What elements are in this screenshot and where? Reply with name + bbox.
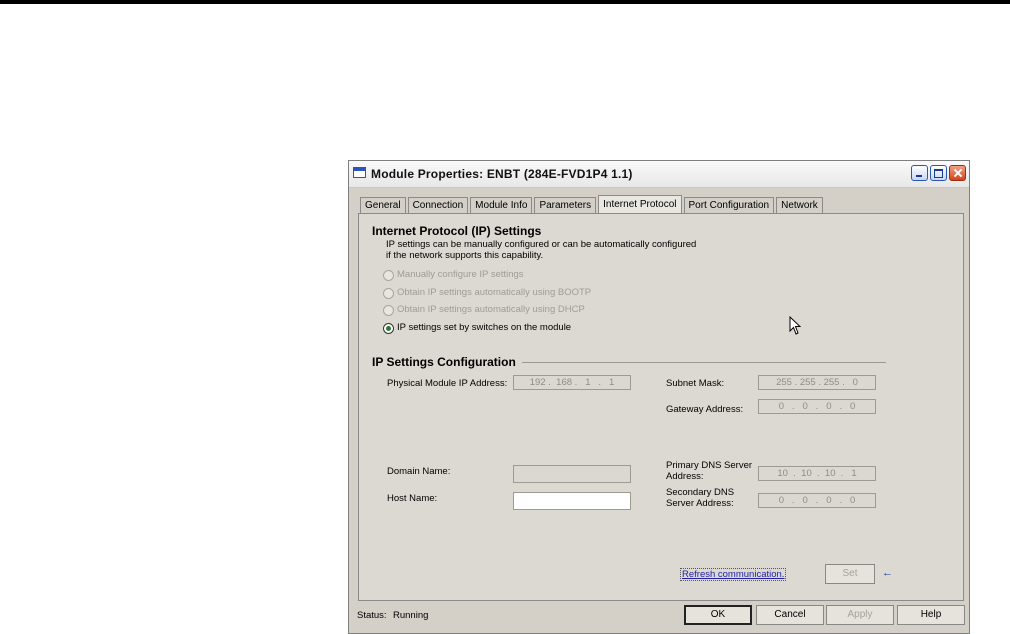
internet-protocol-panel: Internet Protocol (IP) Settings IP setti… <box>358 213 964 601</box>
tab-parameters[interactable]: Parameters <box>534 197 597 214</box>
tab-connection[interactable]: Connection <box>407 197 469 214</box>
help-button[interactable]: Help <box>897 605 965 625</box>
ip-address-label: Physical Module IP Address: <box>387 378 508 389</box>
subnet-mask-label: Subnet Mask: <box>666 378 725 389</box>
host-name-field[interactable] <box>513 492 631 510</box>
title-bar[interactable]: Module Properties: ENBT (284E-FVD1P4 1.1… <box>349 161 969 188</box>
domain-name-field[interactable] <box>513 465 631 483</box>
ip-settings-description-line2: if the network supports this capability. <box>386 250 544 261</box>
radio-dhcp-label: Obtain IP settings automatically using D… <box>397 304 585 315</box>
top-rule <box>0 0 1010 4</box>
radio-switches-label: IP settings set by switches on the modul… <box>397 322 572 333</box>
host-name-label: Host Name: <box>387 493 438 504</box>
mouse-cursor-icon <box>789 316 802 335</box>
secondary-dns-label-1: Secondary DNS <box>666 487 735 498</box>
radio-bootp-label: Obtain IP settings automatically using B… <box>397 287 592 298</box>
status-value: Running <box>393 610 429 621</box>
maximize-button[interactable] <box>930 165 947 181</box>
tab-internet-protocol[interactable]: Internet Protocol <box>598 195 682 214</box>
status-label: Status: <box>357 610 387 621</box>
radio-switches[interactable] <box>383 323 394 334</box>
primary-dns-field[interactable]: 10 . 10 . 10 . 1 <box>758 466 876 481</box>
tab-general[interactable]: General <box>360 197 406 214</box>
tab-strip: General Connection Module Info Parameter… <box>360 195 825 214</box>
refresh-communication-link[interactable]: Refresh communication. <box>679 568 787 581</box>
module-properties-dialog: Module Properties: ENBT (284E-FVD1P4 1.1… <box>348 160 970 634</box>
secondary-dns-field[interactable]: 0 . 0 . 0 . 0 <box>758 493 876 508</box>
primary-dns-label-1: Primary DNS Server <box>666 460 753 471</box>
ip-settings-description-line1: IP settings can be manually configured o… <box>386 239 697 250</box>
gateway-label: Gateway Address: <box>666 404 744 415</box>
minimize-button[interactable] <box>911 165 928 181</box>
radio-manual-ip[interactable] <box>383 270 394 281</box>
ok-button[interactable]: OK <box>684 605 752 625</box>
ip-address-field[interactable]: 192 . 168 . 1 . 1 <box>513 375 631 390</box>
tab-module-info[interactable]: Module Info <box>470 197 533 214</box>
tab-port-configuration[interactable]: Port Configuration <box>683 197 775 214</box>
cancel-button[interactable]: Cancel <box>756 605 824 625</box>
subnet-mask-field[interactable]: 255 . 255 . 255 . 0 <box>758 375 876 390</box>
window-icon <box>353 167 366 178</box>
group-divider <box>522 362 886 363</box>
window-title: Module Properties: ENBT (284E-FVD1P4 1.1… <box>371 167 633 181</box>
radio-dhcp[interactable] <box>383 305 394 316</box>
radio-bootp[interactable] <box>383 288 394 299</box>
close-button[interactable] <box>949 165 966 181</box>
ip-settings-heading: Internet Protocol (IP) Settings <box>372 224 542 238</box>
apply-button[interactable]: Apply <box>826 605 894 625</box>
left-arrow-icon: ← <box>882 567 893 579</box>
ip-config-heading: IP Settings Configuration <box>372 355 516 369</box>
primary-dns-label-2: Address: <box>666 471 704 482</box>
radio-manual-ip-label: Manually configure IP settings <box>397 269 524 280</box>
gateway-field[interactable]: 0 . 0 . 0 . 0 <box>758 399 876 414</box>
domain-name-label: Domain Name: <box>387 466 451 477</box>
secondary-dns-label-2: Server Address: <box>666 498 734 509</box>
tab-network[interactable]: Network <box>776 197 823 214</box>
set-button[interactable]: Set <box>825 564 875 584</box>
